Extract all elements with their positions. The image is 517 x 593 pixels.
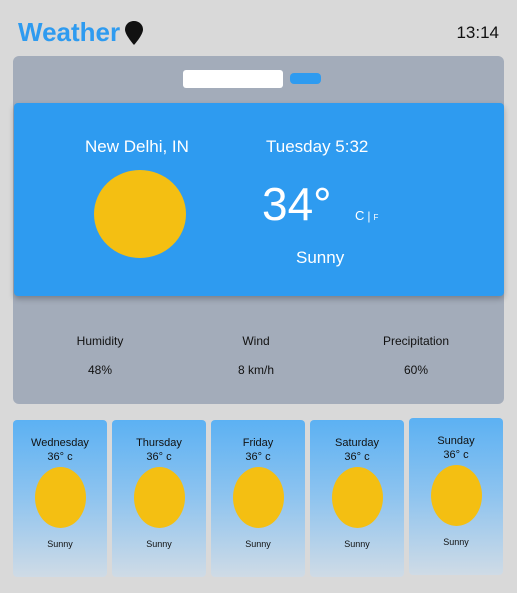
stat-label: Humidity [76,334,124,348]
forecast-condition: Sunny [146,539,172,549]
stat-value: 48% [87,363,113,377]
forecast-temp: 36° c [245,451,271,463]
search-input[interactable] [183,70,283,88]
sun-icon [133,467,185,528]
forecast-card-thursday[interactable]: Thursday 36° c Sunny [112,420,206,577]
forecast-day: Saturday [334,437,380,449]
app-header: Weather [18,17,144,48]
forecast-condition: Sunny [443,537,469,547]
sun-icon [34,467,86,528]
stat-label: Precipitation [382,334,450,348]
unit-celsius-toggle[interactable]: C [355,208,364,223]
current-temperature: 34° [262,178,332,230]
unit-toggle: C | F [355,208,378,223]
forecast-condition: Sunny [344,539,370,549]
sun-icon [94,170,186,258]
forecast-day: Thursday [136,437,182,449]
unit-separator: | [367,209,371,223]
forecast-card-wednesday[interactable]: Wednesday 36° c Sunny [13,420,107,577]
stat-precipitation: Precipitation 60% [346,334,486,377]
stat-wind: Wind 8 km/h [186,334,326,377]
app-title: Weather [18,17,121,47]
stat-value: 8 km/h [237,363,274,377]
stat-label: Wind [242,334,270,348]
stat-value: 60% [403,363,429,377]
clock: 13:14 [456,23,499,42]
current-weather-card: New Delhi, IN Tuesday 5:32 34° C | F Sun… [14,103,504,296]
current-condition: Sunny [296,248,345,267]
forecast-day: Friday [242,437,274,449]
sun-icon [430,465,482,526]
forecast-condition: Sunny [245,539,271,549]
sun-icon [232,467,284,528]
search-button[interactable] [290,73,321,84]
forecast-condition: Sunny [47,539,73,549]
forecast-temp: 36° c [344,451,370,463]
location-label: New Delhi, IN [85,137,189,156]
stat-humidity: Humidity 48% [30,334,170,377]
forecast-card-sunday[interactable]: Sunday 36° c Sunny [409,418,503,575]
map-pin-icon [125,20,144,45]
datetime-label: Tuesday 5:32 [266,137,369,156]
unit-fahrenheit-toggle[interactable]: F [374,213,379,222]
forecast-card-saturday[interactable]: Saturday 36° c Sunny [310,420,404,577]
forecast-card-friday[interactable]: Friday 36° c Sunny [211,420,305,577]
forecast-temp: 36° c [47,451,73,463]
forecast-temp: 36° c [443,449,469,461]
sun-icon [331,467,383,528]
forecast-day: Wednesday [31,437,89,449]
forecast-temp: 36° c [146,451,172,463]
forecast-day: Sunday [437,435,475,447]
